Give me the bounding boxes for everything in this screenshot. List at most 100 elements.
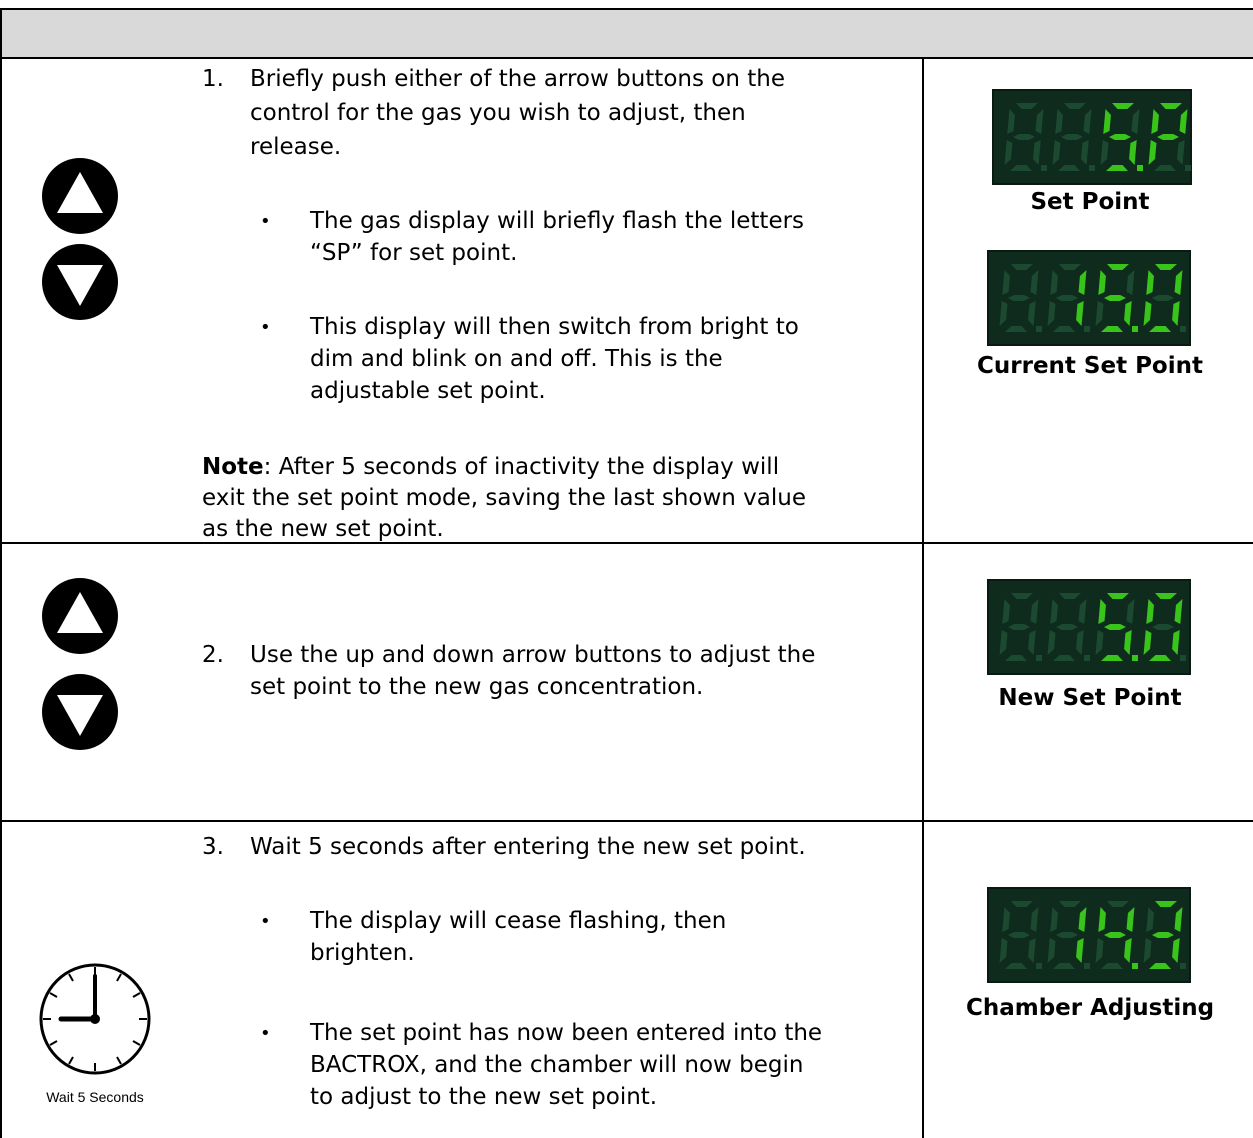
led-decimal-point	[1180, 655, 1186, 661]
led-segment	[1056, 624, 1078, 630]
led-decimal-point	[1180, 326, 1186, 332]
led-segment	[1131, 109, 1140, 134]
led-digits	[1004, 103, 1191, 171]
led-segment	[1143, 630, 1152, 655]
led-segment	[1064, 103, 1086, 109]
led-segment	[1109, 134, 1131, 140]
step-text-line: Wait 5 seconds after entering the new se…	[250, 834, 806, 860]
bullet-icon: •	[260, 211, 271, 232]
led-segment	[1124, 630, 1132, 655]
led-segment	[1160, 103, 1182, 109]
led-segment	[1061, 134, 1083, 140]
led-segment	[1055, 109, 1063, 134]
led-segment	[1098, 599, 1106, 624]
led-segment	[1050, 907, 1058, 932]
led-segment	[1112, 103, 1134, 109]
down-arrow-button-icon[interactable]	[42, 244, 118, 320]
led-segment	[1157, 134, 1179, 140]
led-segment	[1028, 630, 1036, 655]
led-segment	[1008, 624, 1030, 630]
led-segment	[1078, 599, 1087, 624]
led-segment	[1095, 301, 1104, 326]
led-segment	[1002, 270, 1010, 295]
led-segment	[1059, 593, 1081, 599]
display-caption: Current Set Point	[977, 353, 1203, 379]
led-segment	[1146, 270, 1154, 295]
down-arrow-button-icon[interactable]	[42, 674, 118, 750]
led-segment	[1005, 963, 1027, 969]
display-caption: Chamber Adjusting	[965, 995, 1215, 1021]
step-text-line: Use the up and down arrow buttons to adj…	[250, 642, 816, 668]
bullet-text-line: The gas display will briefly flash the l…	[310, 208, 805, 234]
led-segment	[1008, 295, 1030, 301]
led-segment	[1146, 907, 1154, 932]
led-segment	[1177, 140, 1185, 165]
led-segment	[1126, 270, 1135, 295]
led-segment	[1010, 165, 1032, 171]
led-segment	[1126, 599, 1135, 624]
led-segment	[1056, 932, 1078, 938]
led-segment	[1076, 301, 1084, 326]
led-segment	[1126, 907, 1135, 932]
bullet-item: • The set point has now been entered int…	[260, 1018, 900, 1118]
led-segment	[1011, 593, 1033, 599]
led-decimal-point	[1137, 165, 1143, 171]
led-segment	[1179, 109, 1188, 134]
step-2: 2. Use the up and down arrow buttons to …	[202, 640, 902, 706]
led-segment	[1174, 907, 1183, 932]
led-segment	[1011, 264, 1033, 270]
bullet-icon: •	[260, 317, 271, 338]
led-segment	[1174, 599, 1183, 624]
led-segment	[1149, 963, 1171, 969]
led-segment	[1148, 140, 1157, 165]
led-segment	[999, 630, 1008, 655]
table-header	[2, 10, 1253, 59]
note-text-line: exit the set point mode, saving the last…	[202, 485, 806, 511]
bullet-item: • The display will cease flashing, then …	[260, 906, 900, 972]
step-number: 2.	[202, 642, 224, 668]
step-text-line: set point to the new gas concentration.	[250, 674, 704, 700]
led-segment	[1076, 938, 1084, 963]
led-segment	[1172, 938, 1180, 963]
bullet-item: • This display will then switch from bri…	[260, 312, 900, 412]
led-segment	[1101, 655, 1123, 661]
led-segment	[1172, 301, 1180, 326]
bullet-text-line: “SP” for set point.	[310, 240, 518, 266]
led-segment	[1151, 109, 1159, 134]
up-arrow-button-icon[interactable]	[42, 158, 118, 234]
led-segment	[1050, 270, 1058, 295]
led-segment	[1052, 140, 1061, 165]
step-3: 3. Wait 5 seconds after entering the new…	[202, 832, 902, 866]
led-decimal-point	[1084, 326, 1090, 332]
led-segment	[1007, 109, 1015, 134]
led-segment	[1030, 599, 1039, 624]
bullet-text-line: The display will cease flashing, then	[310, 908, 727, 934]
bullet-text-line: This display will then switch from brigh…	[310, 314, 799, 340]
led-segment	[1104, 295, 1126, 301]
led-segment	[1078, 907, 1087, 932]
led-decimal-point	[1180, 963, 1186, 969]
led-segment	[1107, 264, 1129, 270]
led-segment	[1002, 907, 1010, 932]
step-text-line: control for the gas you wish to adjust, …	[250, 100, 746, 126]
led-segment	[1056, 295, 1078, 301]
display-caption: Set Point	[1030, 189, 1150, 215]
led-decimal-point	[1041, 165, 1047, 171]
led-display	[987, 579, 1191, 675]
led-segment	[1030, 907, 1039, 932]
led-decimal-point	[1084, 655, 1090, 661]
led-segment	[1152, 932, 1174, 938]
led-segment	[1030, 270, 1039, 295]
note-text-line: : After 5 seconds of inactivity the disp…	[263, 454, 780, 480]
step-number: 3.	[202, 834, 224, 860]
clock-caption: Wait 5 Seconds	[46, 1089, 144, 1105]
led-segment	[1053, 963, 1075, 969]
up-arrow-button-icon[interactable]	[42, 578, 118, 654]
led-display	[992, 89, 1192, 185]
bullet-text-line: adjustable set point.	[310, 378, 546, 404]
led-segment	[1155, 593, 1177, 599]
led-segment	[1107, 901, 1129, 907]
led-display	[987, 250, 1191, 346]
led-segment	[1107, 593, 1129, 599]
led-segment	[1053, 326, 1075, 332]
